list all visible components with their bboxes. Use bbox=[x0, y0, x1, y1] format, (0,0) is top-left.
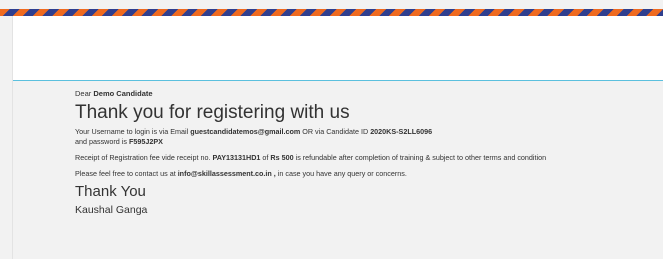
contact-suffix: in case you have any query or concerns. bbox=[277, 169, 407, 178]
closing-text: Thank You bbox=[75, 183, 146, 200]
login-email[interactable]: guestcandidatemos@gmail.com bbox=[190, 127, 300, 136]
left-divider bbox=[12, 16, 13, 259]
candidate-id: 2020KS-S2LL6096 bbox=[370, 127, 433, 136]
candidate-name: Demo Candidate bbox=[93, 89, 153, 98]
signature: Kaushal Ganga bbox=[75, 204, 148, 216]
login-middle: OR via Candidate ID bbox=[302, 127, 369, 136]
greeting: Dear Demo Candidate bbox=[75, 89, 663, 99]
receipt-line: Receipt of Registration fee vide receipt… bbox=[75, 153, 663, 163]
email-body: Dear Demo Candidate Thank you for regist… bbox=[75, 89, 663, 217]
password-prefix: and password is bbox=[75, 137, 127, 146]
receipt-of: of bbox=[262, 153, 269, 162]
email-header-area bbox=[12, 16, 663, 81]
page-title: Thank you for registering with us bbox=[75, 102, 350, 123]
login-prefix: Your Username to login is via Email bbox=[75, 127, 189, 136]
login-info-line: Your Username to login is via Email gues… bbox=[75, 127, 663, 137]
email-page: Dear Demo Candidate Thank you for regist… bbox=[0, 0, 663, 259]
receipt-prefix: Receipt of Registration fee vide receipt… bbox=[75, 153, 211, 162]
fee-amount: Rs 500 bbox=[270, 153, 294, 162]
password-line: and password is F595J2PX bbox=[75, 137, 663, 147]
receipt-number: PAY13131HD1 bbox=[212, 153, 261, 162]
contact-prefix: Please feel free to contact us at bbox=[75, 169, 176, 178]
greeting-prefix: Dear bbox=[75, 89, 92, 98]
password-value: F595J2PX bbox=[128, 137, 163, 146]
contact-email-link[interactable]: info@skillassessment.co.in , bbox=[178, 169, 276, 178]
decorative-stripe-band bbox=[0, 9, 663, 16]
contact-line: Please feel free to contact us at info@s… bbox=[75, 169, 663, 179]
receipt-suffix: is refundable after completion of traini… bbox=[295, 153, 547, 162]
